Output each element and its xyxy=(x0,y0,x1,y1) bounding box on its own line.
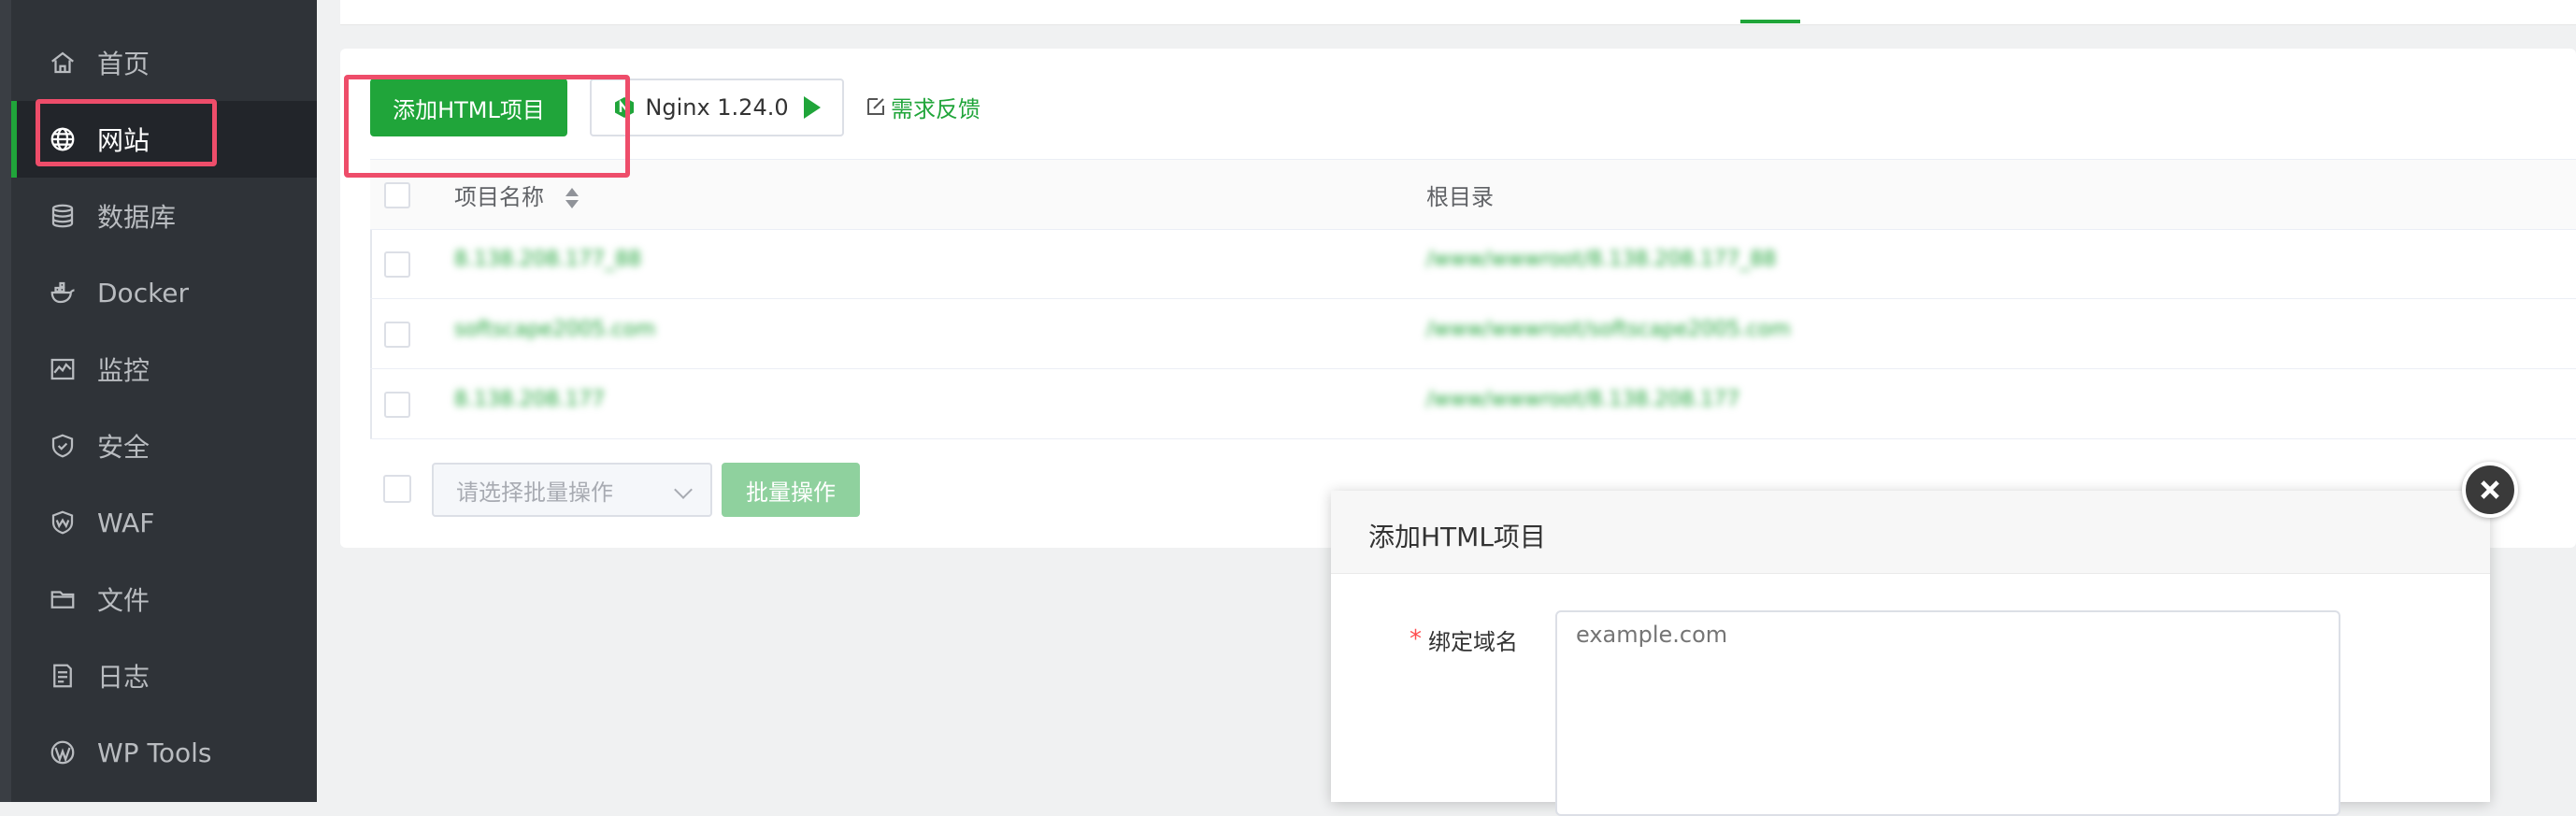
table-header-row: 项目名称 根目录 xyxy=(370,159,2576,230)
folder-icon xyxy=(49,585,77,613)
dialog-header: 添加HTML项目 xyxy=(1331,491,2490,574)
batch-operation-select[interactable]: 请选择批量操作 xyxy=(432,463,712,517)
sidebar-edge xyxy=(0,0,11,802)
sidebar-item-label: 日志 xyxy=(97,662,150,693)
sidebar-item-security[interactable]: 安全 xyxy=(11,408,317,484)
project-path-link[interactable]: /www/wwwroot/softscape2005.com xyxy=(1426,318,1791,341)
row-checkbox[interactable] xyxy=(384,392,410,418)
project-path-link[interactable]: /www/wwwroot/8.138.208.177 xyxy=(1426,388,1739,411)
domain-input[interactable] xyxy=(1555,610,2340,816)
project-name-link[interactable]: softscape2005.com xyxy=(454,318,655,341)
feedback-link[interactable]: 需求反馈 xyxy=(865,88,980,125)
sidebar-item-label: 监控 xyxy=(97,355,150,386)
highlight-box-add-button xyxy=(344,75,630,178)
sidebar-item-label: 首页 xyxy=(97,49,150,79)
sidebar-item-home[interactable]: 首页 xyxy=(11,24,317,101)
top-tab-strip xyxy=(340,0,2576,25)
home-icon xyxy=(49,49,77,77)
batch-select-all-checkbox[interactable] xyxy=(383,475,411,503)
column-header-name[interactable]: 项目名称 xyxy=(454,179,581,211)
edit-icon xyxy=(867,98,884,115)
highlight-box-website xyxy=(36,99,217,166)
project-name-link[interactable]: 8.138.208.177 xyxy=(454,388,605,411)
sidebar-item-label: WP Tools xyxy=(97,737,212,768)
feedback-label: 需求反馈 xyxy=(891,95,980,122)
sidebar-item-wp-tools[interactable]: WP Tools xyxy=(11,714,317,791)
select-all-checkbox[interactable] xyxy=(384,182,410,208)
row-checkbox[interactable] xyxy=(384,251,410,278)
dialog-title: 添加HTML项目 xyxy=(1368,522,1546,552)
required-mark: * xyxy=(1410,625,1422,653)
close-icon xyxy=(2481,480,2499,499)
sidebar-item-label: 文件 xyxy=(97,585,150,616)
chevron-down-icon xyxy=(674,480,693,499)
website-panel: 添加HTML项目 Nginx 1.24.0 需求反馈 项目名称 根目录 8.13… xyxy=(340,49,2576,548)
database-icon xyxy=(49,202,77,230)
table-row: softscape2005.com /www/wwwroot/softscape… xyxy=(370,299,2576,369)
monitor-icon xyxy=(49,355,77,383)
wordpress-icon xyxy=(49,738,77,766)
sidebar-item-label: WAF xyxy=(97,507,155,538)
batch-select-placeholder: 请选择批量操作 xyxy=(456,479,613,506)
sidebar-item-logs[interactable]: 日志 xyxy=(11,637,317,714)
sidebar-item-monitor[interactable]: 监控 xyxy=(11,331,317,408)
column-header-name-label: 项目名称 xyxy=(454,184,544,210)
domain-field-label: 绑定域名 xyxy=(1428,629,1518,655)
table-row: 8.138.208.177_88 /www/wwwroot/8.138.208.… xyxy=(370,229,2576,299)
nginx-version-label: Nginx 1.24.0 xyxy=(645,94,789,121)
shield-icon xyxy=(49,432,77,460)
sidebar-item-database[interactable]: 数据库 xyxy=(11,178,317,254)
project-table: 项目名称 根目录 8.138.208.177_88 /www/wwwroot/8… xyxy=(370,159,2576,439)
sidebar-item-label: 安全 xyxy=(97,432,150,463)
add-html-project-dialog: 添加HTML项目 * 绑定域名 xyxy=(1331,491,2490,816)
sidebar-item-label: 数据库 xyxy=(97,202,177,233)
project-path-link[interactable]: /www/wwwroot/8.138.208.177_88 xyxy=(1426,248,1776,271)
row-checkbox[interactable] xyxy=(384,322,410,348)
sidebar-item-files[interactable]: 文件 xyxy=(11,561,317,637)
sidebar-item-waf[interactable]: WAF xyxy=(11,484,317,561)
sidebar-item-docker[interactable]: Docker xyxy=(11,254,317,331)
sidebar-item-label: Docker xyxy=(97,277,190,308)
active-tab-indicator xyxy=(1740,20,1800,23)
play-icon xyxy=(803,96,821,119)
log-icon xyxy=(49,662,77,690)
sort-icon[interactable] xyxy=(563,186,581,210)
table-row: 8.138.208.177 /www/wwwroot/8.138.208.177 xyxy=(370,369,2576,439)
dialog-close-button[interactable] xyxy=(2462,462,2518,518)
docker-icon xyxy=(49,279,77,307)
column-header-path: 根目录 xyxy=(1426,184,1494,210)
waf-shield-icon xyxy=(49,508,77,537)
project-name-link[interactable]: 8.138.208.177_88 xyxy=(454,248,641,271)
batch-operation-button[interactable]: 批量操作 xyxy=(722,463,860,517)
